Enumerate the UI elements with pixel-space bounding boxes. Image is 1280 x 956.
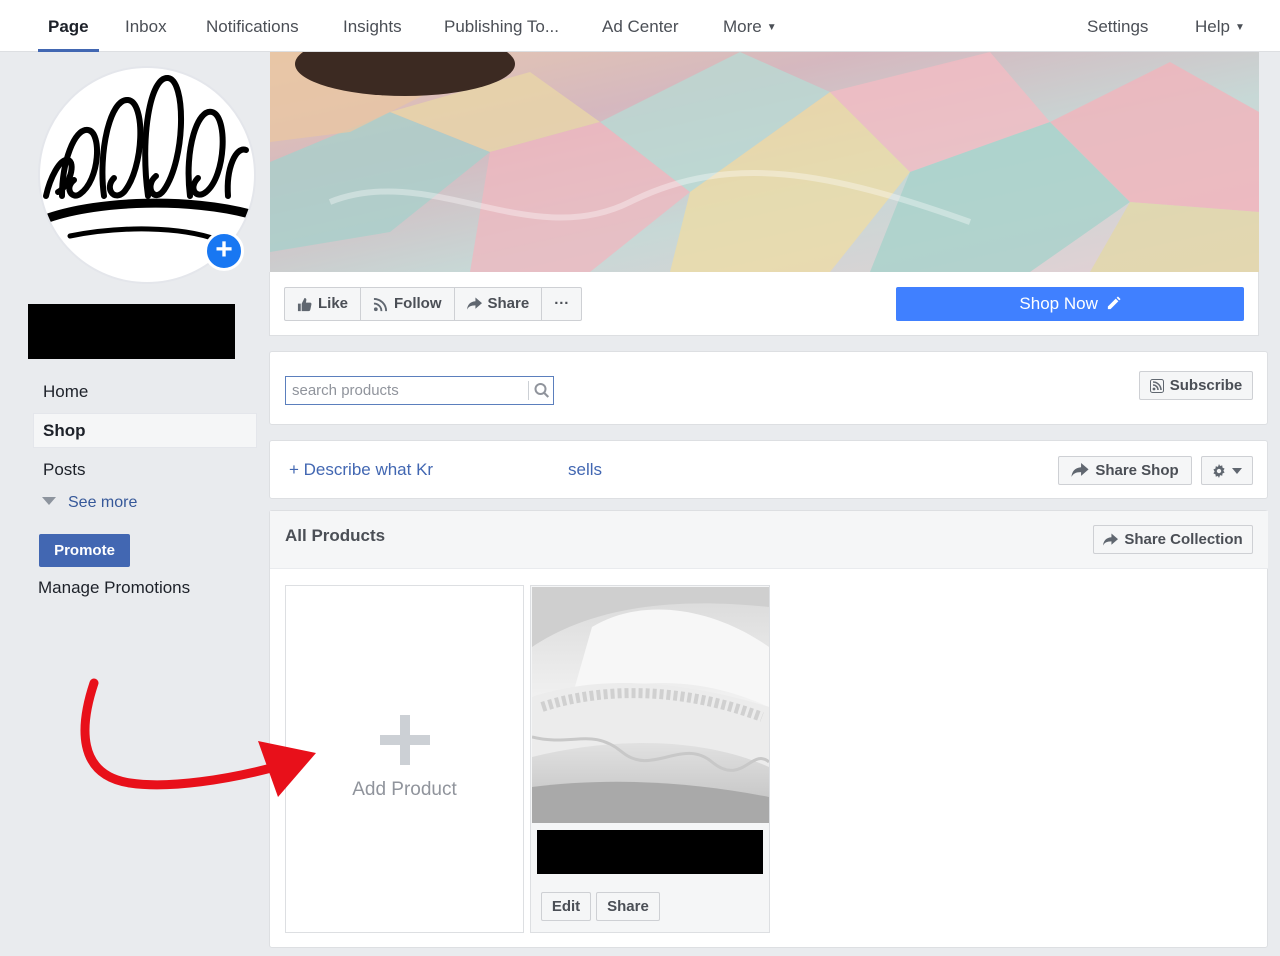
cover-photo[interactable]: [270, 52, 1259, 272]
search-icon[interactable]: [533, 381, 551, 400]
subscribe-button[interactable]: Subscribe: [1139, 371, 1253, 400]
share-arrow-icon: [1071, 463, 1089, 477]
tab-page[interactable]: Page: [38, 0, 99, 52]
page-actions-group: Like Follow Share ···: [284, 287, 583, 321]
search-products-input[interactable]: [286, 377, 528, 404]
pillow-photo: [532, 587, 769, 823]
tab-publishing-tools[interactable]: Publishing To...: [444, 0, 559, 52]
sidebar-item-home[interactable]: Home: [43, 382, 88, 402]
page-top-nav: Page Inbox Notifications Insights Publis…: [0, 0, 1280, 52]
describe-shop-link[interactable]: + Describe what Kr: [289, 460, 433, 480]
share-shop-button[interactable]: Share Shop: [1058, 456, 1192, 485]
chevron-down-icon: [1232, 467, 1242, 474]
tab-help[interactable]: Help ▼: [1195, 0, 1245, 52]
see-more-label: See more: [68, 494, 138, 511]
cover-image: [270, 52, 1259, 272]
tab-more-label: More: [723, 17, 762, 36]
product-image[interactable]: [532, 587, 769, 823]
share-button[interactable]: Share: [455, 288, 543, 320]
caret-down-icon: ▼: [766, 22, 777, 33]
thumbs-up-icon: [297, 297, 312, 311]
tab-help-label: Help: [1195, 17, 1230, 36]
sidebar-item-posts[interactable]: Posts: [43, 460, 86, 480]
share-collection-label: Share Collection: [1124, 531, 1243, 548]
edit-product-button[interactable]: Edit: [541, 892, 591, 921]
triangle-down-icon: [42, 497, 56, 505]
promote-button[interactable]: Promote: [39, 534, 130, 567]
search-divider: [528, 381, 529, 400]
share-arrow-icon: [1103, 532, 1119, 546]
follow-label: Follow: [394, 295, 442, 312]
manage-promotions-link[interactable]: Manage Promotions: [38, 578, 190, 598]
like-label: Like: [318, 295, 349, 312]
rss-follow-icon: [373, 297, 388, 311]
shop-settings-button[interactable]: [1201, 456, 1253, 485]
redacted-product-title: [537, 830, 763, 874]
rss-icon: [1149, 378, 1164, 393]
collection-title: All Products: [285, 526, 386, 545]
tab-more[interactable]: More ▼: [723, 0, 777, 52]
tab-ad-center[interactable]: Ad Center: [602, 0, 679, 52]
describe-shop-link-suffix[interactable]: sells: [568, 460, 602, 480]
tab-notifications[interactable]: Notifications: [206, 0, 299, 52]
annotation-arrow-icon: [80, 678, 316, 797]
sidebar-see-more[interactable]: See more: [42, 494, 137, 512]
tab-insights[interactable]: Insights: [343, 0, 402, 52]
pencil-edit-icon: [1107, 296, 1121, 310]
more-dots-icon: ···: [554, 295, 570, 312]
redacted-page-name: [28, 304, 235, 359]
share-product-button[interactable]: Share: [596, 892, 660, 921]
plus-icon: [380, 715, 430, 765]
share-label: Share: [487, 295, 530, 312]
follow-button[interactable]: Follow: [361, 288, 455, 320]
more-actions-button[interactable]: ···: [542, 288, 581, 320]
gear-icon: [1213, 463, 1225, 478]
shop-now-button[interactable]: Shop Now: [896, 287, 1244, 321]
share-shop-label: Share Shop: [1095, 462, 1179, 479]
share-collection-button[interactable]: Share Collection: [1093, 525, 1253, 554]
caret-down-icon: ▼: [1234, 22, 1245, 33]
tab-inbox[interactable]: Inbox: [125, 0, 167, 52]
subscribe-label: Subscribe: [1169, 377, 1243, 394]
tab-settings[interactable]: Settings: [1087, 0, 1148, 52]
product-search-box: [285, 376, 554, 405]
share-arrow-icon: [466, 297, 482, 310]
like-button[interactable]: Like: [285, 288, 362, 320]
sidebar-item-shop[interactable]: Shop: [43, 421, 86, 441]
shop-now-label: Shop Now: [1019, 294, 1098, 313]
add-photo-plus-icon[interactable]: +: [204, 231, 244, 271]
